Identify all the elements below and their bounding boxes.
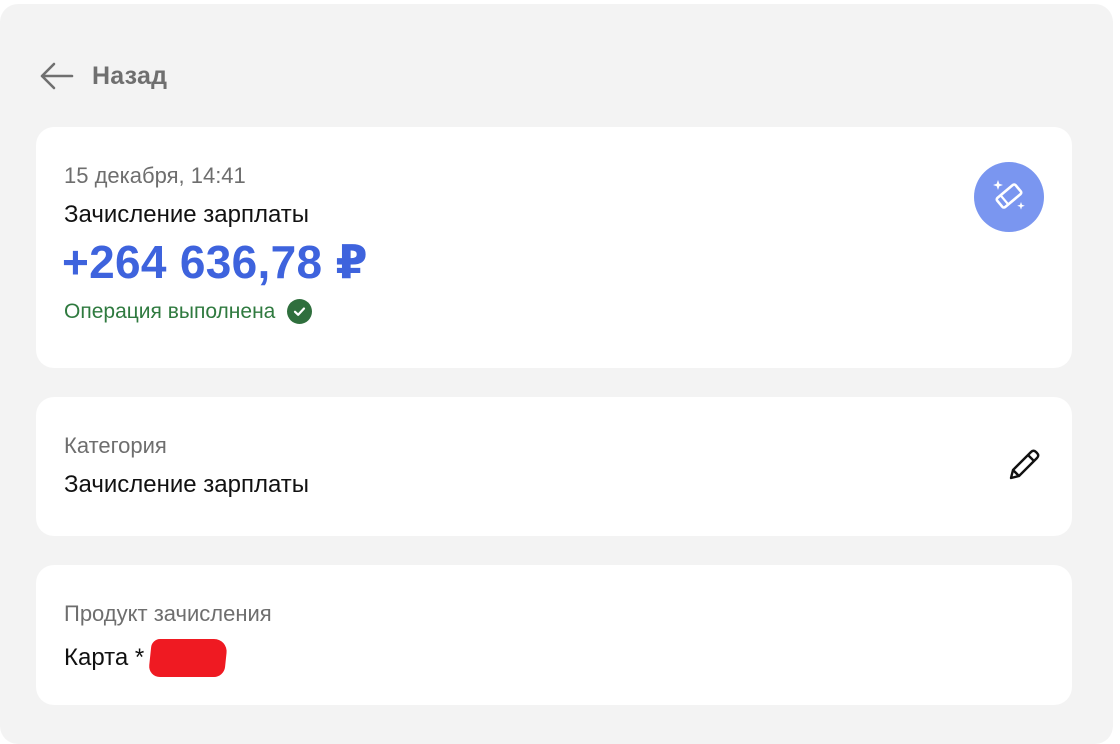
back-button[interactable]: Назад [38, 56, 167, 96]
pencil-icon [1005, 446, 1043, 489]
category-value: Зачисление зарплаты [64, 471, 310, 498]
operation-status: Операция выполнена [64, 299, 313, 324]
operation-date: 15 декабря, 14:41 [64, 163, 246, 188]
edit-category-button[interactable] [1004, 447, 1044, 487]
product-label: Продукт зачисления [64, 601, 272, 626]
magic-action-button[interactable] [974, 162, 1044, 232]
arrow-left-icon [38, 60, 74, 92]
magic-wand-icon [988, 174, 1030, 221]
product-value: Карта * [64, 639, 229, 677]
redacted-card-number [148, 639, 229, 677]
back-label: Назад [92, 61, 168, 90]
status-text: Операция выполнена [64, 299, 276, 323]
product-value-text: Карта * [64, 644, 145, 671]
product-card: Продукт зачисления Карта * [36, 565, 1072, 705]
check-circle-icon [287, 299, 313, 324]
operation-amount: +264 636,78 ₽ [62, 236, 368, 288]
operation-title: Зачисление зарплаты [64, 201, 310, 228]
operation-details-panel: Назад 15 декабря, 14:41 Зачисление зарпл… [0, 4, 1113, 744]
category-card: Категория Зачисление зарплаты [36, 397, 1072, 536]
category-label: Категория [64, 433, 167, 458]
operation-summary-card: 15 декабря, 14:41 Зачисление зарплаты +2… [36, 127, 1072, 368]
